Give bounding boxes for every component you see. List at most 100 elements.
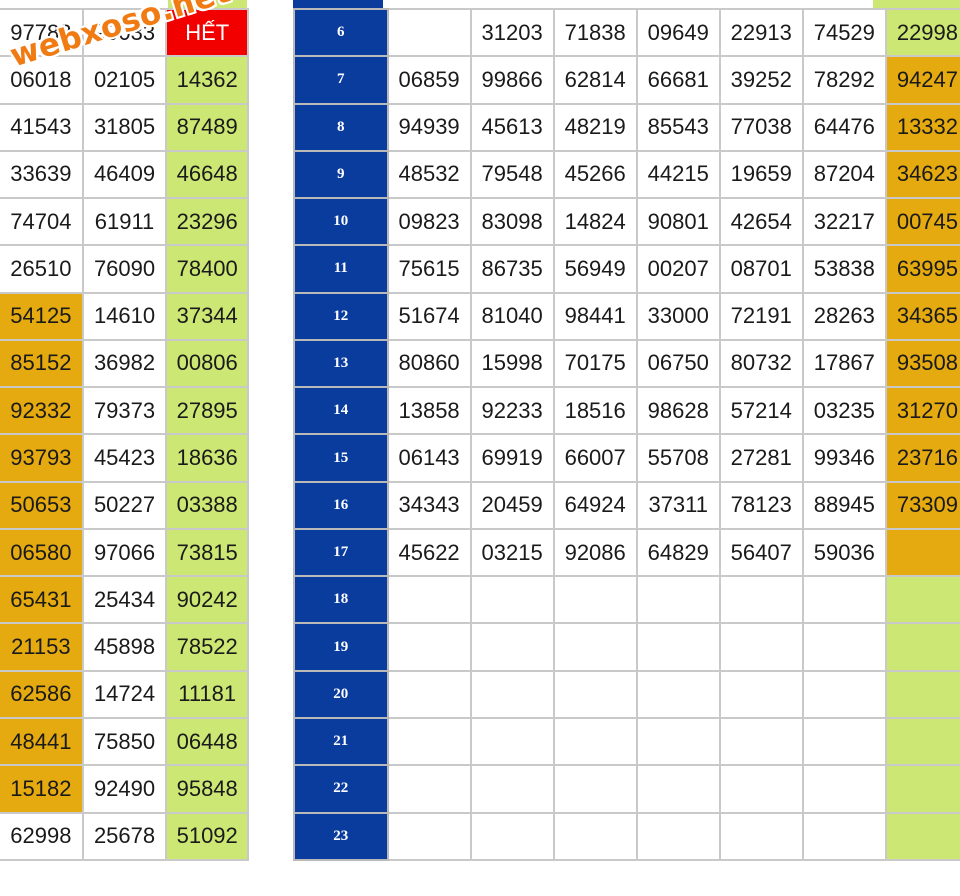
- result-cell: HẾT: [165, 7, 249, 58]
- table-row: 7 06859 99866 62814 66681 39252 78292 94247: [293, 55, 960, 105]
- result-cell: 32217: [801, 197, 887, 247]
- result-cell: 42654: [718, 197, 804, 247]
- result-cell: 70175: [552, 338, 638, 389]
- day-top-strip: [293, 0, 383, 8]
- result-cell: 64924: [552, 480, 638, 530]
- result-cell: 17867: [801, 338, 887, 389]
- result-cell: 73309: [884, 480, 960, 530]
- result-cell: 31805: [81, 102, 168, 152]
- result-cell: 79548: [469, 149, 555, 200]
- result-cell: 15998: [469, 338, 555, 389]
- day-number-cell: 11: [293, 244, 389, 294]
- result-cell: 65431: [0, 575, 84, 625]
- result-cell: 09823: [386, 197, 472, 247]
- day-number-cell: 7: [293, 55, 389, 105]
- result-cell: 22998: [884, 7, 960, 58]
- result-cell: [718, 622, 804, 672]
- result-cell: 93793: [0, 433, 84, 483]
- result-cell: [884, 811, 960, 861]
- result-cell: 19659: [718, 149, 804, 200]
- result-cell: [635, 811, 721, 861]
- table-row: 26510 76090 78400: [0, 244, 249, 294]
- result-cell: 64476: [801, 102, 887, 152]
- result-cell: 90033: [81, 7, 168, 58]
- result-cell: 95848: [165, 764, 249, 814]
- result-cell: 99866: [469, 55, 555, 105]
- day-number-cell: 12: [293, 291, 389, 341]
- result-cell: 66681: [635, 55, 721, 105]
- result-cell: 39252: [718, 55, 804, 105]
- result-cell: 00207: [635, 244, 721, 294]
- table-row: 74704 61911 23296: [0, 197, 249, 247]
- result-cell: 06143: [386, 433, 472, 483]
- result-cell: 59036: [801, 527, 887, 578]
- day-number-cell: 18: [293, 575, 389, 625]
- result-cell: [884, 716, 960, 767]
- result-cell: 45266: [552, 149, 638, 200]
- table-row: 62586 14724 11181: [0, 669, 249, 719]
- result-cell: 45613: [469, 102, 555, 152]
- result-cell: 13332: [884, 102, 960, 152]
- result-cell: 03235: [801, 386, 887, 436]
- result-cell: 53838: [801, 244, 887, 294]
- result-cell: 92086: [552, 527, 638, 578]
- result-cell: 33000: [635, 291, 721, 341]
- result-cell: 74529: [801, 7, 887, 58]
- day-number-cell: 20: [293, 669, 389, 719]
- result-cell: [635, 716, 721, 767]
- result-cell: [635, 575, 721, 625]
- left-table-body: 97783 90033 HẾT 06018 02105 14362 41543 31805 87…: [0, 7, 249, 861]
- table-row: 06018 02105 14362: [0, 55, 249, 105]
- result-cell: 88945: [801, 480, 887, 530]
- result-cell: [386, 575, 472, 625]
- result-cell: [386, 764, 472, 814]
- result-cell: 06750: [635, 338, 721, 389]
- result-cell: [469, 716, 555, 767]
- day-number-cell: 8: [293, 102, 389, 152]
- result-cell: 08701: [718, 244, 804, 294]
- result-cell: 72191: [718, 291, 804, 341]
- result-cell: [718, 764, 804, 814]
- right-top-strip-green: [873, 0, 960, 8]
- result-cell: 06018: [0, 55, 84, 105]
- day-number-cell: 9: [293, 149, 389, 200]
- day-number-cell: 17: [293, 527, 389, 578]
- result-cell: 56949: [552, 244, 638, 294]
- table-row: 50653 50227 03388: [0, 480, 249, 530]
- result-cell: 34365: [884, 291, 960, 341]
- result-cell: 87204: [801, 149, 887, 200]
- result-cell: [884, 527, 960, 578]
- result-cell: 15182: [0, 764, 84, 814]
- day-number-cell: 16: [293, 480, 389, 530]
- result-cell: 06580: [0, 527, 84, 578]
- result-cell: 34343: [386, 480, 472, 530]
- result-cell: 56407: [718, 527, 804, 578]
- result-cell: 34623: [884, 149, 960, 200]
- table-row: 85152 36982 00806: [0, 338, 249, 389]
- result-cell: 27281: [718, 433, 804, 483]
- result-cell: [718, 716, 804, 767]
- result-cell: [386, 7, 472, 58]
- day-number-cell: 10: [293, 197, 389, 247]
- result-cell: [469, 811, 555, 861]
- day-number-cell: 13: [293, 338, 389, 389]
- result-cell: 45423: [81, 433, 168, 483]
- result-cell: 83098: [469, 197, 555, 247]
- table-row: 21: [293, 716, 960, 767]
- result-cell: 37344: [165, 291, 249, 341]
- result-cell: 46409: [81, 149, 168, 200]
- result-cell: 48441: [0, 716, 84, 767]
- result-cell: 14724: [81, 669, 168, 719]
- result-cell: [801, 811, 887, 861]
- table-row: 11 75615 86735 56949 00207 08701 53838 63995: [293, 244, 960, 294]
- result-cell: 11181: [165, 669, 249, 719]
- table-row: 22: [293, 764, 960, 814]
- result-cell: 71838: [552, 7, 638, 58]
- day-number-cell: 14: [293, 386, 389, 436]
- result-cell: 48219: [552, 102, 638, 152]
- result-cell: 18516: [552, 386, 638, 436]
- result-cell: 36982: [81, 338, 168, 389]
- table-row: 33639 46409 46648: [0, 149, 249, 200]
- result-cell: 03215: [469, 527, 555, 578]
- result-cell: 63995: [884, 244, 960, 294]
